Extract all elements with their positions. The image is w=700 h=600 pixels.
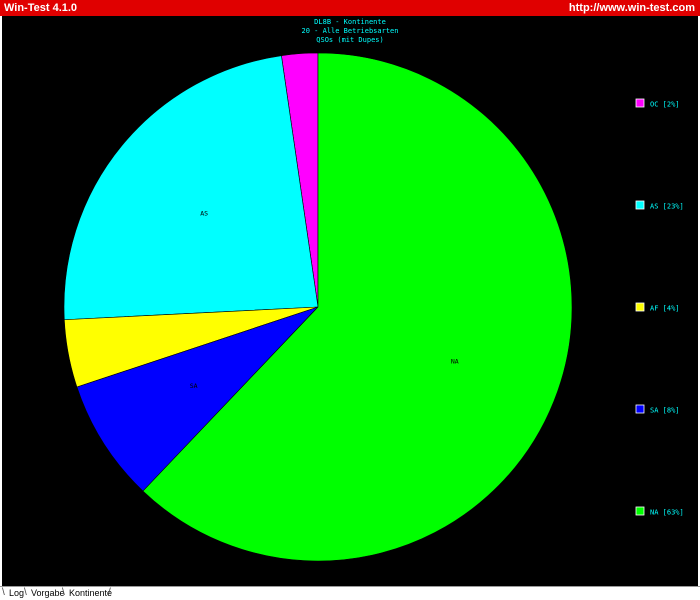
pie-slices (63, 52, 573, 562)
legend-swatch-as (635, 200, 645, 210)
legend-label-oc: OC [2%] (650, 101, 680, 109)
website-url[interactable]: http://www.win-test.com (569, 0, 695, 16)
tab-divider: \ (2, 587, 5, 598)
legend-swatch-oc (635, 98, 645, 108)
pie-chart: DL8B - Kontinente20 - Alle Betriebsarten… (63, 18, 684, 562)
chart-title-group: DL8B - Kontinente20 - Alle Betriebsarten… (302, 18, 399, 44)
title-bar: Win-Test 4.1.0 http://www.win-test.com (0, 0, 700, 16)
legend-swatch-sa (635, 404, 645, 414)
pie-slice-as (63, 55, 319, 321)
slice-label-sa: SA (190, 382, 198, 390)
chart-title-line: QSOs (mit Dupes) (316, 36, 383, 44)
slice-label-na: NA (451, 358, 459, 366)
legend-label-as: AS [23%] (650, 203, 684, 211)
legend-label-af: AF [4%] (650, 305, 680, 313)
legend-label-na: NA [63%] (650, 509, 684, 517)
legend-swatch-af (635, 302, 645, 312)
app-title: Win-Test 4.1.0 (4, 2, 78, 14)
slice-label-as: AS (200, 209, 208, 217)
tab-divider: / (108, 587, 111, 598)
tab-divider: \ (24, 587, 27, 598)
legend: OC [2%] AS [23%] AF [4%] SA [8%] NA [63%] (635, 98, 684, 517)
chart-area: DL8B - Kontinente 20 - Alle Betriebsarten… (2, 16, 698, 586)
chart-title-line: DL8B - Kontinente (314, 18, 386, 26)
legend-label-sa: SA [8%] (650, 407, 680, 415)
legend-swatch-na (635, 506, 645, 516)
tab-divider: \ (62, 587, 65, 598)
chart-title-line: 20 - Alle Betriebsarten (302, 27, 399, 35)
tab-bar: Log \ Vorgabe \ Kontinente \ / (0, 586, 700, 600)
